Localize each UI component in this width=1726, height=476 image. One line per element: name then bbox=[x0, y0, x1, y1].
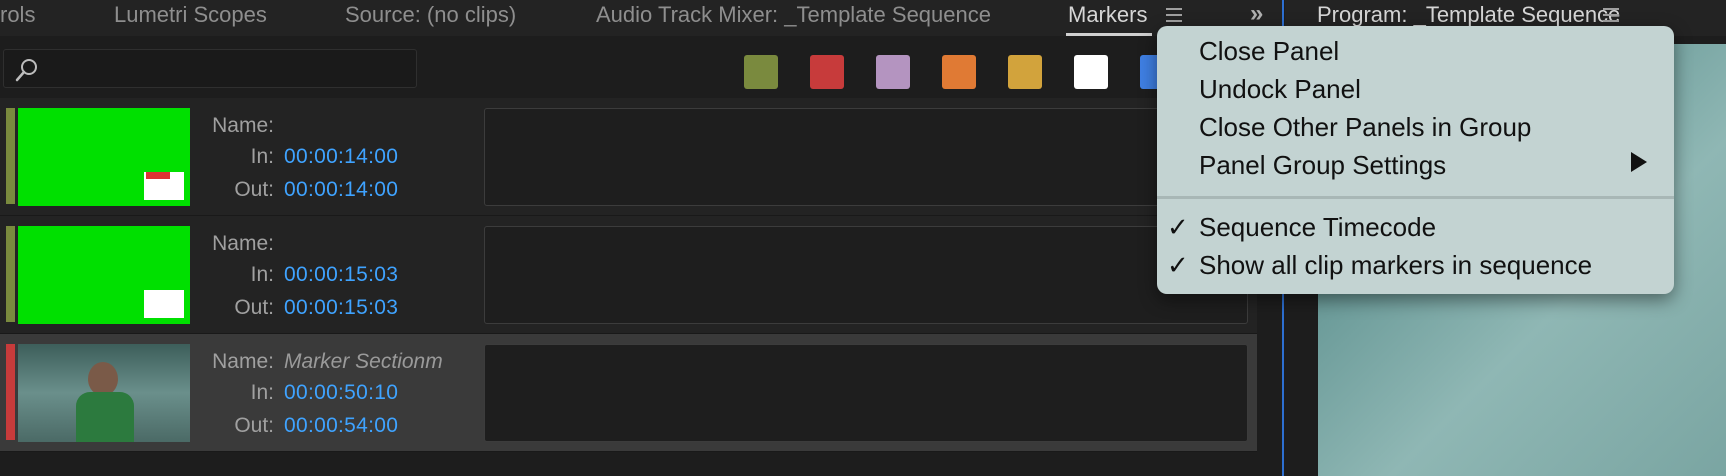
panel-context-menu: Close Panel Undock Panel Close Other Pan… bbox=[1157, 26, 1674, 294]
menu-item-panel-group-settings[interactable]: Panel Group Settings bbox=[1199, 150, 1446, 181]
marker-out-timecode[interactable]: 00:00:15:03 bbox=[284, 296, 398, 320]
menu-item-sequence-timecode[interactable]: Sequence Timecode bbox=[1199, 212, 1436, 243]
tab-markers[interactable]: Markers bbox=[1068, 0, 1147, 36]
marker-out-timecode[interactable]: 00:00:14:00 bbox=[284, 178, 398, 202]
active-tab-indicator bbox=[1066, 33, 1152, 36]
thumbnail-overlay-accent bbox=[146, 172, 170, 179]
premiere-workspace: rols Lumetri Scopes Source: (no clips) A… bbox=[0, 0, 1726, 476]
marker-comment-field[interactable] bbox=[484, 344, 1248, 442]
in-label: In: bbox=[250, 145, 274, 168]
color-filter-yellow[interactable] bbox=[1008, 55, 1042, 89]
marker-color-bar bbox=[6, 108, 15, 204]
marker-thumbnail bbox=[18, 344, 190, 442]
marker-search-field[interactable] bbox=[3, 49, 417, 88]
tab-overflow-icon[interactable]: » bbox=[1250, 2, 1264, 26]
out-label: Out: bbox=[234, 178, 274, 201]
name-label: Name: bbox=[212, 232, 274, 255]
marker-comment-field[interactable] bbox=[484, 226, 1248, 324]
marker-comment-field[interactable] bbox=[484, 108, 1248, 206]
marker-name[interactable]: Marker Sectionm bbox=[284, 350, 443, 374]
tab-source[interactable]: Source: (no clips) bbox=[345, 0, 516, 36]
program-panel-menu-icon[interactable] bbox=[1603, 8, 1619, 22]
menu-item-close-panel[interactable]: Close Panel bbox=[1199, 36, 1339, 67]
out-label: Out: bbox=[234, 296, 274, 319]
thumbnail-person-shirt bbox=[76, 392, 134, 442]
marker-row[interactable]: Name: In: 00:00:15:03 Out: 00:00:15:03 bbox=[0, 216, 1257, 334]
marker-thumbnail bbox=[18, 226, 190, 324]
out-label: Out: bbox=[234, 414, 274, 437]
tab-audio-track-mixer[interactable]: Audio Track Mixer: _Template Sequence bbox=[596, 0, 991, 36]
menu-item-undock-panel[interactable]: Undock Panel bbox=[1199, 74, 1361, 105]
menu-item-close-other-panels[interactable]: Close Other Panels in Group bbox=[1199, 112, 1531, 143]
tab-lumetri-scopes[interactable]: Lumetri Scopes bbox=[114, 0, 267, 36]
marker-color-bar bbox=[6, 344, 15, 440]
menu-item-show-all-clip-markers[interactable]: Show all clip markers in sequence bbox=[1199, 250, 1592, 281]
marker-out-timecode[interactable]: 00:00:54:00 bbox=[284, 414, 398, 438]
thumbnail-overlay bbox=[144, 290, 184, 318]
marker-color-bar bbox=[6, 226, 15, 322]
submenu-arrow-icon bbox=[1631, 152, 1647, 172]
in-label: In: bbox=[250, 263, 274, 286]
checkmark-icon: ✓ bbox=[1167, 212, 1189, 242]
color-filter-green[interactable] bbox=[744, 55, 778, 89]
marker-thumbnail bbox=[18, 108, 190, 206]
marker-row-selected[interactable]: Name: Marker Sectionm In: 00:00:50:10 Ou… bbox=[0, 334, 1257, 452]
name-label: Name: bbox=[212, 114, 274, 137]
marker-in-timecode[interactable]: 00:00:50:10 bbox=[284, 381, 398, 405]
panel-tab-bar: rols Lumetri Scopes Source: (no clips) A… bbox=[0, 0, 1283, 36]
tab-effect-controls[interactable]: rols bbox=[0, 0, 35, 36]
checkmark-icon: ✓ bbox=[1167, 250, 1189, 280]
color-filter-violet[interactable] bbox=[876, 55, 910, 89]
menu-separator bbox=[1157, 196, 1674, 199]
name-label: Name: bbox=[212, 350, 274, 373]
color-filter-orange[interactable] bbox=[942, 55, 976, 89]
thumbnail-person-head bbox=[88, 362, 118, 396]
in-label: In: bbox=[250, 381, 274, 404]
marker-in-timecode[interactable]: 00:00:14:00 bbox=[284, 145, 398, 169]
marker-in-timecode[interactable]: 00:00:15:03 bbox=[284, 263, 398, 287]
marker-row[interactable]: Name: In: 00:00:14:00 Out: 00:00:14:00 bbox=[0, 98, 1257, 216]
search-input[interactable] bbox=[44, 54, 404, 82]
search-icon bbox=[15, 59, 37, 82]
color-filter-red[interactable] bbox=[810, 55, 844, 89]
color-filter-white[interactable] bbox=[1074, 55, 1108, 89]
panel-menu-icon[interactable] bbox=[1166, 8, 1182, 22]
